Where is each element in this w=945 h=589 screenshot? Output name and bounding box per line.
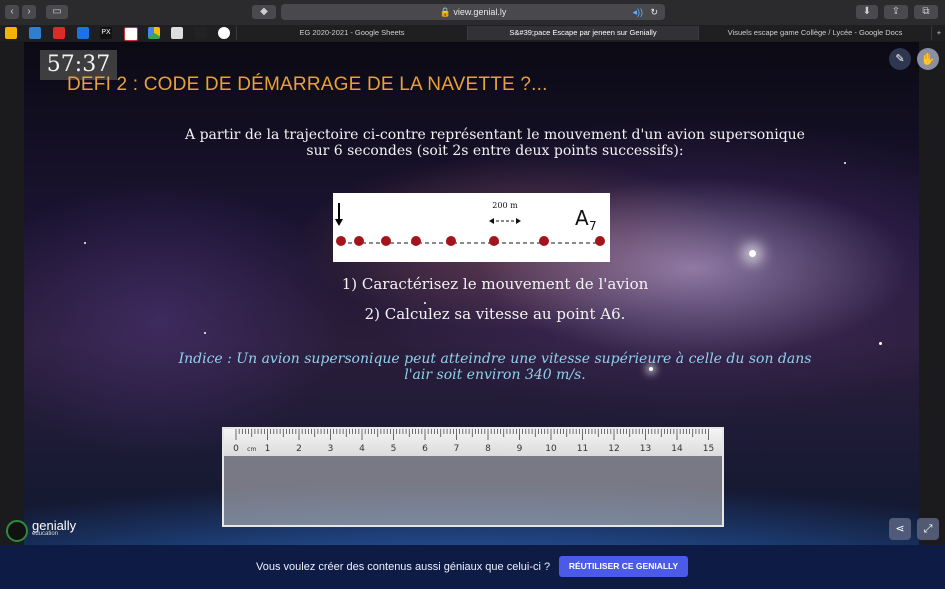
- ruler-number: 8: [485, 444, 491, 454]
- outlook-icon[interactable]: [77, 27, 89, 39]
- marker-point: [446, 236, 456, 246]
- tab-genially[interactable]: S&#39;pace Escape par jeneen sur Geniall…: [467, 26, 698, 40]
- scale-label: 200 m: [492, 201, 518, 210]
- hint-line-2: l'air soit environ 340 m/s.: [404, 367, 586, 383]
- intro-line-2: sur 6 secondes (soit 2s entre deux point…: [306, 143, 684, 159]
- star: [84, 242, 86, 244]
- tag-icon[interactable]: ◆: [252, 5, 276, 19]
- bookmark-icon[interactable]: [171, 27, 183, 39]
- hand-icon[interactable]: ✋: [917, 48, 939, 70]
- reuse-banner: Vous voulez créer des contenus aussi gén…: [0, 545, 945, 589]
- ruler-number: 0: [233, 444, 239, 454]
- ruler-number: 12: [608, 444, 619, 454]
- hint-line-1: Indice : Un avion supersonique peut atte…: [178, 351, 812, 367]
- star: [204, 332, 206, 334]
- back-icon[interactable]: ‹: [5, 5, 19, 19]
- star: [844, 162, 846, 164]
- ruler-number: 6: [422, 444, 428, 454]
- ruler-number: 1: [265, 444, 271, 454]
- marker-point: [336, 236, 346, 246]
- ruler-number: 2: [296, 444, 302, 454]
- ruler-unit: cm: [247, 446, 256, 453]
- ruler-tool[interactable]: 0 1 2 3 4 5 6 7 8 9 10 11 12 13 14 15 cm: [222, 427, 724, 527]
- question-2: 2) Calculez sa vitesse au point A6.: [364, 305, 626, 323]
- url-text: view.genial.ly: [453, 7, 507, 17]
- sidebar-icon[interactable]: ▭: [46, 5, 68, 19]
- question-1: 1) Caractérisez le mouvement de l'avion: [341, 275, 649, 293]
- banner-text: Vous voulez créer des contenus aussi gén…: [256, 561, 551, 573]
- trajectory-figure: 200 m A 7: [333, 193, 610, 262]
- ruler-number: 4: [359, 444, 365, 454]
- trajectory-markers: [336, 236, 605, 246]
- drive-icon[interactable]: [148, 27, 160, 39]
- ruler-scale: 0 1 2 3 4 5 6 7 8 9 10 11 12 13 14 15 cm: [224, 429, 722, 456]
- share-icon[interactable]: ⋖: [889, 518, 911, 540]
- bookmark-icon[interactable]: [195, 27, 207, 39]
- edit-icon[interactable]: ✎: [889, 48, 911, 70]
- fullscreen-icon[interactable]: ⤢: [917, 518, 939, 540]
- ruler-number: 3: [328, 444, 334, 454]
- bookmark-icon[interactable]: [29, 27, 41, 39]
- star: [879, 342, 882, 345]
- tabs-overview-icon[interactable]: ⧉: [914, 5, 938, 19]
- tab-docs[interactable]: Visuels escape game Collège / Lycée - Go…: [698, 26, 931, 40]
- download-icon[interactable]: ⬇: [856, 5, 878, 19]
- browser-toolbar: ‹ › ▭ ◆ 🔒 view.genial.ly ◂)) ↻ ⬇ ⇪ ⧉: [0, 0, 945, 26]
- marker-point: [595, 236, 605, 246]
- genially-icon: [6, 520, 28, 542]
- ruler-number: 11: [577, 444, 588, 454]
- marker-point: [539, 236, 549, 246]
- slide-title: DEFI 2 : CODE DE DÉMARRAGE DE LA NAVETTE…: [67, 74, 548, 95]
- marker-point: [411, 236, 421, 246]
- reuse-button[interactable]: RÉUTILISER CE GENIALLY: [559, 556, 688, 577]
- reload-icon[interactable]: ↻: [650, 4, 658, 20]
- ruler-number: 10: [545, 444, 557, 454]
- bookmark-icon[interactable]: [5, 27, 17, 39]
- px-icon[interactable]: PX: [100, 27, 112, 39]
- gmail-icon[interactable]: [124, 27, 138, 41]
- audio-icon[interactable]: ◂)): [632, 4, 643, 20]
- google-icon[interactable]: [218, 27, 230, 39]
- ruler-number: 7: [454, 444, 460, 454]
- marker-point: [489, 236, 499, 246]
- forward-icon[interactable]: ›: [22, 5, 36, 19]
- ruler-number: 15: [703, 444, 714, 454]
- ruler-number: 14: [671, 444, 683, 454]
- address-bar[interactable]: 🔒 view.genial.ly ◂)) ↻: [281, 4, 665, 20]
- youtube-icon[interactable]: [53, 27, 65, 39]
- star: [424, 302, 426, 304]
- point-subscript: 7: [589, 219, 597, 233]
- intro-line-1: A partir de la trajectoire ci-contre rep…: [185, 127, 805, 143]
- logo-sub: education: [32, 531, 59, 537]
- ruler-number: 13: [640, 444, 651, 454]
- marker-point: [381, 236, 391, 246]
- marker-point: [354, 236, 364, 246]
- genially-logo[interactable]: genially education: [6, 518, 116, 542]
- ruler-number: 9: [517, 444, 523, 454]
- new-tab-button[interactable]: +: [931, 26, 945, 40]
- tab-bar: PX EG 2020-2021 - Google Sheets S&#39;pa…: [0, 25, 945, 41]
- star: [749, 250, 756, 257]
- share-icon[interactable]: ⇪: [884, 5, 908, 19]
- tab-sheets[interactable]: EG 2020-2021 - Google Sheets: [236, 26, 467, 40]
- point-label: A: [575, 206, 589, 230]
- lock-icon: 🔒: [439, 7, 451, 17]
- ruler-number: 5: [391, 444, 397, 454]
